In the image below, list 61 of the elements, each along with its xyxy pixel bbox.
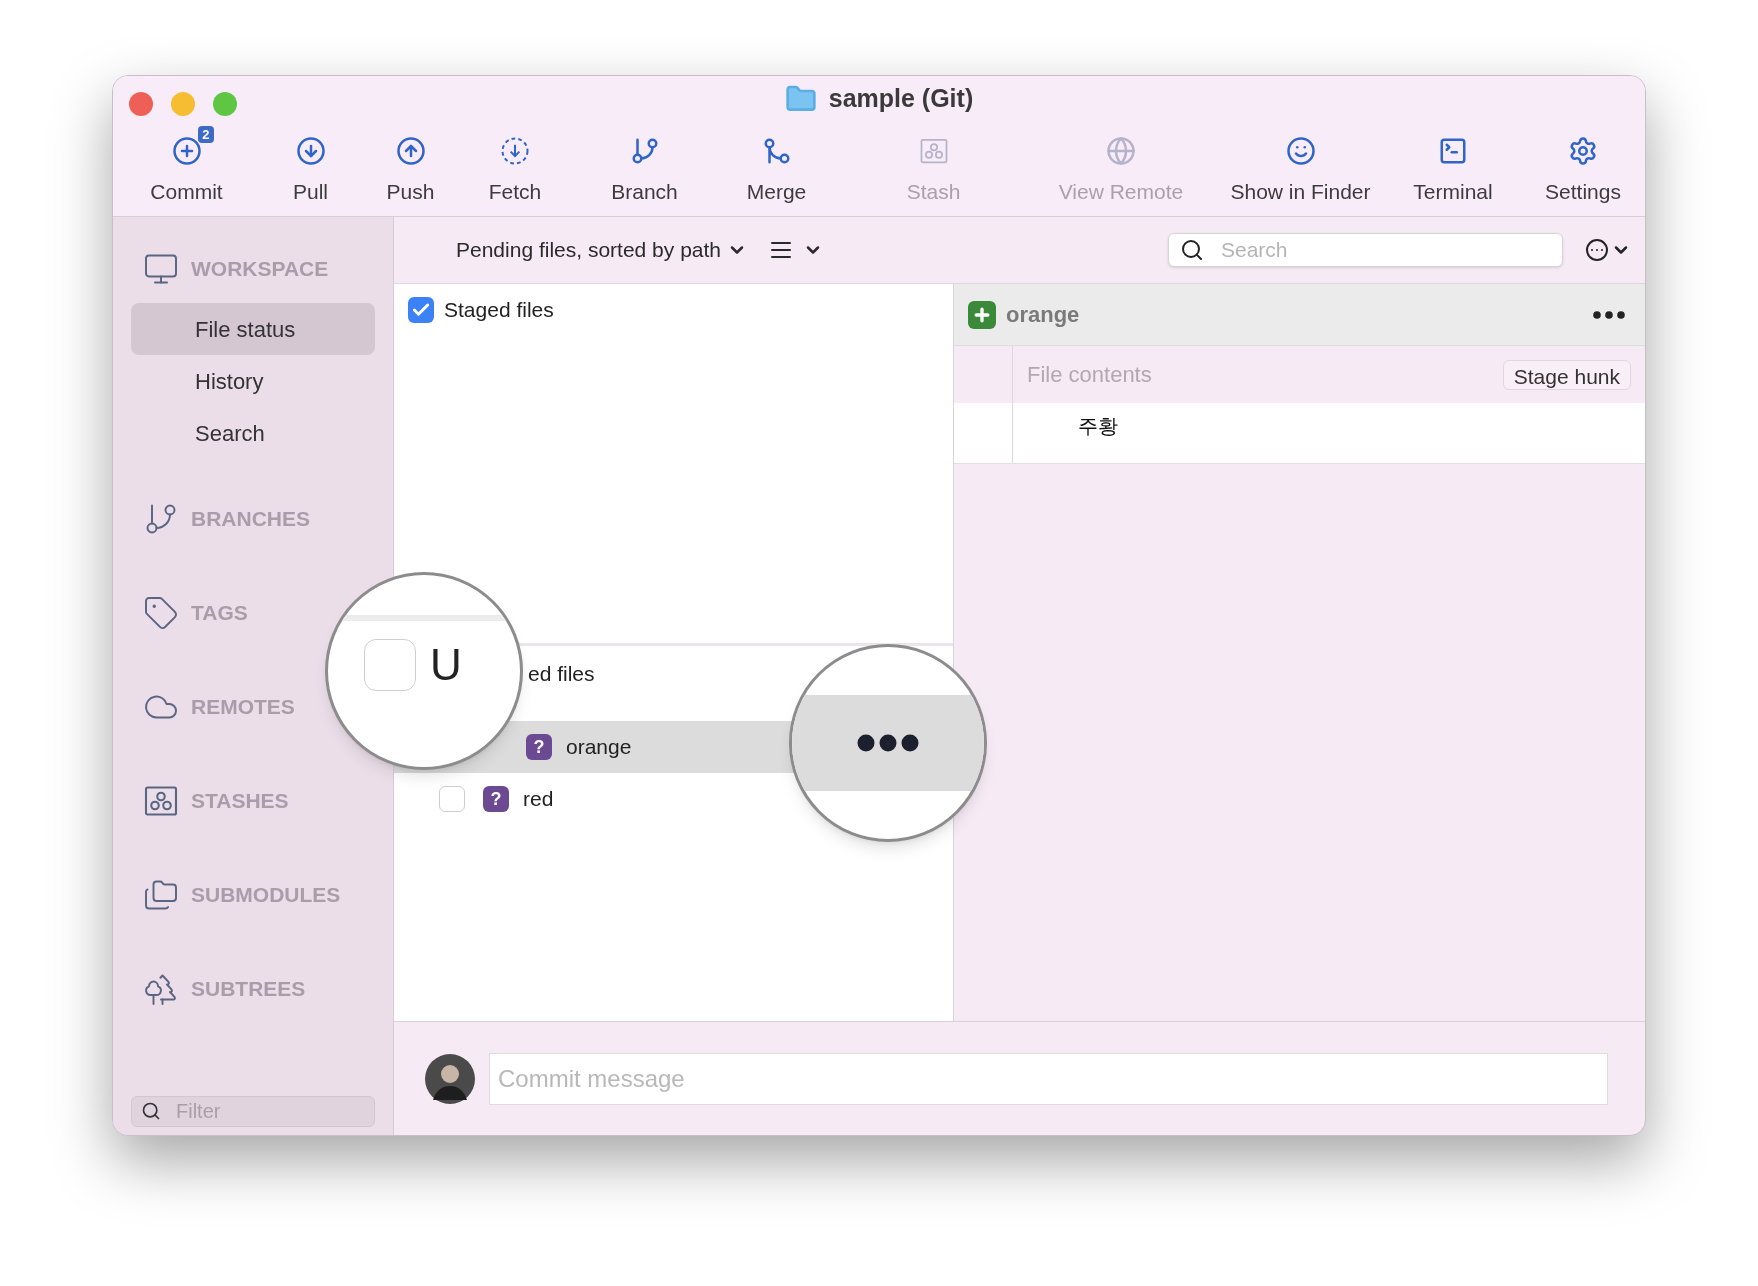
sidebar-item[interactable]: History (131, 355, 375, 407)
finder-face-icon (1285, 136, 1316, 166)
branch-icon (629, 136, 660, 166)
avatar (425, 1053, 475, 1104)
sort-dropdown[interactable]: Pending files, sorted by path (456, 234, 747, 266)
toolbar-button[interactable]: Push (369, 122, 452, 212)
section-heading: REMOTES (191, 694, 295, 721)
toolbar-button[interactable]: Merge (711, 122, 842, 212)
search-field[interactable]: Search (1168, 233, 1563, 267)
section-heading: SUBMODULES (191, 882, 341, 909)
file-row[interactable]: ? red (481, 773, 787, 825)
search-icon (141, 1101, 161, 1121)
tag-icon (143, 595, 179, 631)
more-button[interactable] (1593, 310, 1625, 319)
merge-icon (761, 136, 792, 166)
toolbar-button[interactable]: Terminal (1384, 122, 1522, 212)
diff-line: 주황 (1077, 413, 1118, 440)
sidebar-item[interactable]: Search (131, 407, 375, 459)
arrow-up-circle-icon (395, 136, 426, 166)
zoom-button[interactable] (213, 92, 237, 116)
more-icon (857, 734, 919, 752)
untracked-badge: ? (526, 734, 552, 760)
toolbar-button[interactable]: Branch (578, 122, 711, 212)
section-label: ed files (528, 660, 595, 687)
plus-circle-icon (171, 136, 202, 166)
arrow-down-circle-icon (295, 136, 326, 166)
toolbar-button[interactable]: Show in Finder (1217, 122, 1384, 212)
section-label: Staged files (444, 297, 554, 324)
window-title: sample (Git) (828, 83, 974, 115)
magnified-label: U (430, 643, 462, 687)
checkbox[interactable] (439, 786, 465, 812)
dashed-arrow-down-icon (500, 136, 530, 166)
untracked-badge: ? (483, 786, 509, 812)
settings-icon (1568, 136, 1598, 166)
more-icon (1593, 310, 1625, 319)
section-heading: STASHES (191, 788, 289, 815)
stash-icon (143, 783, 179, 819)
section-heading: WORKSPACE (191, 256, 329, 283)
toolbar-button[interactable]: 2 Commit (121, 122, 252, 212)
hunk-label: File contents (1027, 361, 1152, 389)
search-icon (1180, 238, 1204, 262)
sidebar-item[interactable]: File status (131, 303, 375, 355)
stage-hunk-button[interactable]: Stage hunk (1502, 359, 1631, 390)
trees-icon (143, 971, 179, 1007)
close-button[interactable] (129, 92, 153, 116)
checkbox[interactable] (408, 297, 434, 323)
toolbar-button[interactable]: Fetch (452, 122, 578, 212)
commit-message-field[interactable]: Commit message (489, 1052, 1608, 1105)
toolbar-button[interactable]: Pull (252, 122, 369, 212)
count-badge: 2 (198, 126, 214, 143)
minimize-button[interactable] (171, 92, 195, 116)
section-heading: TAGS (191, 600, 248, 627)
more-circle-icon (1585, 238, 1609, 262)
terminal-icon (1438, 136, 1468, 166)
checkbox[interactable] (364, 639, 416, 691)
globe-icon (1106, 136, 1136, 166)
stash-icon (918, 136, 949, 166)
toolbar-button[interactable]: Settings (1522, 122, 1644, 212)
section-heading: SUBTREES (191, 976, 306, 1003)
file-name: orange (1006, 301, 1080, 329)
section-heading: BRANCHES (191, 506, 310, 533)
